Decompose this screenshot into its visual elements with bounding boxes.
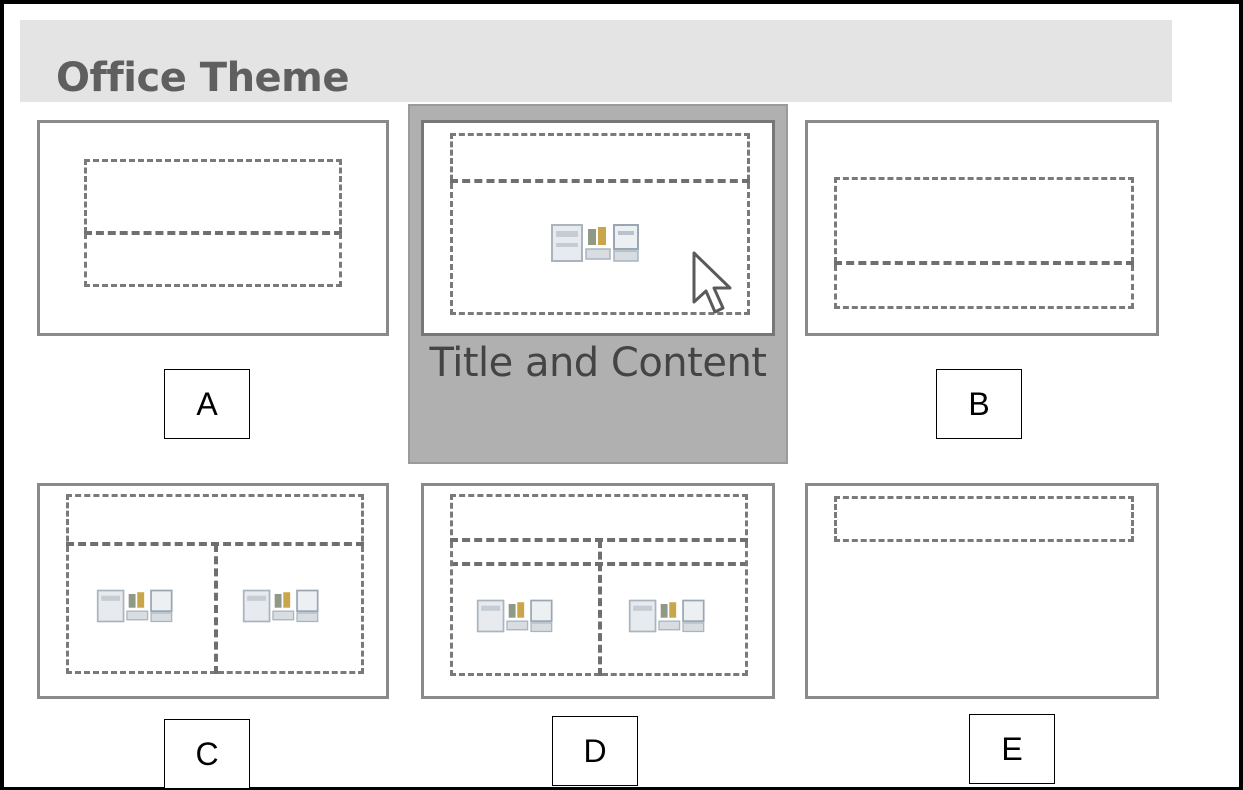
gallery-header: Office Theme: [20, 20, 1172, 102]
layout-tile-two-content[interactable]: [37, 483, 389, 699]
theme-title: Office Theme: [56, 55, 349, 101]
title-placeholder: [84, 159, 342, 233]
title-placeholder: [450, 494, 748, 544]
subtitle-placeholder: [84, 233, 342, 287]
content-placeholder-icon: [628, 599, 705, 633]
content-placeholder-icon: [476, 599, 553, 633]
layout-tile-section-header[interactable]: [805, 120, 1159, 336]
marker-box-a: A: [164, 369, 250, 439]
marker-box-d: D: [552, 716, 638, 786]
layout-gallery: Office Theme Title and Content A B C D E: [0, 0, 1243, 790]
content-placeholder-icon: [242, 589, 319, 623]
marker-box-e: E: [969, 714, 1055, 784]
title-placeholder: [834, 177, 1134, 263]
title-placeholder: [834, 496, 1134, 542]
layout-tile-comparison[interactable]: [421, 483, 775, 699]
layout-tile-title-only[interactable]: [805, 483, 1159, 699]
text-placeholder: [834, 265, 1134, 309]
selected-layout-name: Title and Content: [429, 340, 768, 386]
marker-box-b: B: [936, 369, 1022, 439]
marker-box-c: C: [164, 719, 250, 789]
content-placeholder-icon: [96, 589, 173, 623]
layout-tile-title-slide[interactable]: [37, 120, 389, 336]
content-placeholder-icon: [551, 224, 639, 262]
mouse-pointer-icon: [692, 251, 732, 314]
